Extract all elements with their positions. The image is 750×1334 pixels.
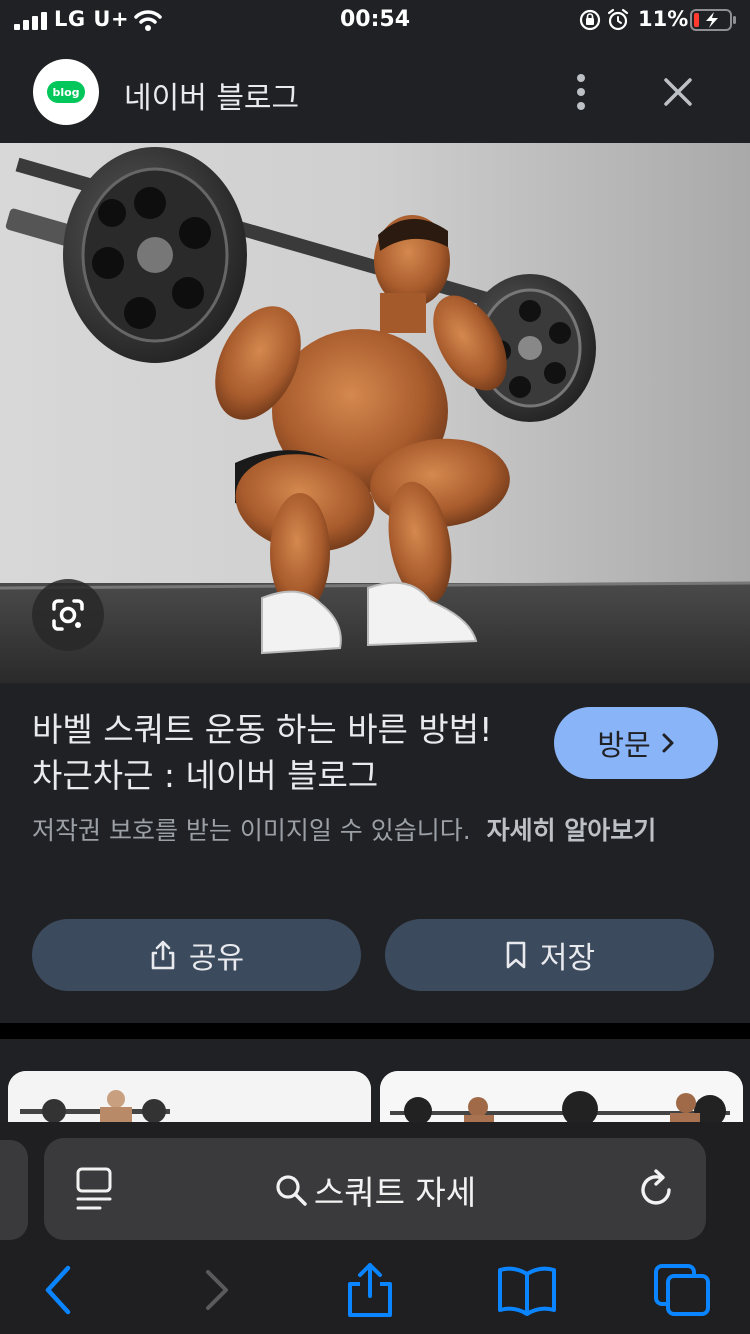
viewer-header: blog 네이버 블로그 [0,44,750,142]
more-vertical-icon[interactable] [566,70,596,114]
copyright-notice: 저작권 보호를 받는 이미지일 수 있습니다. 자세히 알아보기 [32,811,712,851]
share-button[interactable]: 공유 [32,919,361,991]
search-icon [276,1175,307,1206]
related-images [0,1039,750,1129]
squat-photo [0,143,750,683]
source-title[interactable]: 네이버 블로그 [124,73,299,117]
chevron-right-icon [662,733,674,753]
previous-tab-preview[interactable] [0,1140,28,1240]
forward-icon[interactable] [200,1262,234,1318]
google-lens-button[interactable] [32,579,104,651]
share-icon [151,940,175,970]
related-image-card[interactable] [380,1071,743,1129]
status-bar: LG U+ 00:54 11% [0,0,750,44]
result-info-panel: 바벨 스쿼트 운동 하는 바른 방법! 차근차근 : 네이버 블로그 방문 저작… [0,683,750,1023]
tabs-icon[interactable] [652,1262,712,1318]
battery-charging-icon [690,9,736,31]
visit-label: 방문 [597,728,651,762]
search-query: 스쿼트 자세 [313,1173,477,1212]
related-image-thumbnail [380,1071,743,1129]
rotation-lock-icon [579,9,601,31]
section-divider [0,1023,750,1039]
result-title[interactable]: 바벨 스쿼트 운동 하는 바른 방법! 차근차근 : 네이버 블로그 [32,707,512,799]
visit-button[interactable]: 방문 [554,707,718,779]
back-icon[interactable] [40,1262,74,1318]
google-lens-icon [52,599,84,631]
result-image[interactable] [0,143,750,683]
bookmarks-icon[interactable] [496,1262,558,1318]
share-icon[interactable] [344,1262,396,1318]
alarm-icon [607,8,629,31]
reload-icon[interactable] [636,1168,678,1210]
copyright-text: 저작권 보호를 받는 이미지일 수 있습니다. [32,816,471,845]
save-label: 저장 [539,941,596,976]
learn-more-link[interactable]: 자세히 알아보기 [487,816,657,845]
battery-percent: 11% [638,7,689,31]
save-button[interactable]: 저장 [385,919,714,991]
related-image-card[interactable] [8,1071,371,1129]
safari-toolbar: 스쿼트 자세 [0,1122,750,1334]
blog-logo-text: blog [47,81,85,103]
address-bar[interactable]: 스쿼트 자세 [44,1138,706,1240]
naver-blog-logo: blog [33,59,99,125]
share-label: 공유 [188,941,245,976]
address-content: 스쿼트 자세 [44,1166,706,1214]
close-icon[interactable] [658,72,698,112]
bookmark-icon [506,941,526,969]
related-image-thumbnail [8,1071,371,1129]
